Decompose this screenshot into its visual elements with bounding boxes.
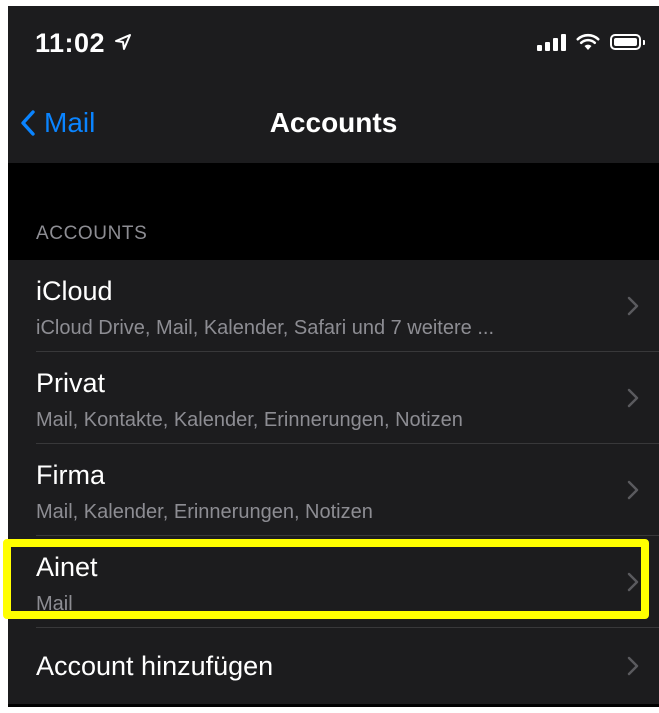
- cellular-signal-icon: [537, 33, 566, 51]
- add-account-label: Account hinzufügen: [36, 651, 274, 681]
- account-subtitle: Mail, Kontakte, Kalender, Erinnerungen, …: [36, 409, 463, 431]
- battery-icon: [610, 34, 645, 50]
- account-title: Ainet: [36, 552, 98, 582]
- account-row-privat[interactable]: Privat Mail, Kontakte, Kalender, Erinner…: [8, 352, 659, 444]
- section-header: ACCOUNTS: [36, 223, 148, 244]
- account-subtitle: Mail: [36, 593, 73, 615]
- navigation-bar: 11:02 Mail Accounts: [8, 6, 659, 163]
- account-row-ainet[interactable]: Ainet Mail: [8, 536, 659, 628]
- chevron-right-icon: [627, 572, 639, 592]
- settings-screen: 11:02 Mail Accounts ACCOUNTS iCloud iClo…: [8, 6, 659, 707]
- account-title: Firma: [36, 460, 105, 490]
- chevron-right-icon: [627, 296, 639, 316]
- status-icons: [537, 33, 645, 51]
- account-title: Privat: [36, 368, 106, 398]
- chevron-right-icon: [627, 388, 639, 408]
- account-row-firma[interactable]: Firma Mail, Kalender, Erinnerungen, Noti…: [8, 444, 659, 536]
- accounts-list: iCloud iCloud Drive, Mail, Kalender, Saf…: [8, 260, 659, 704]
- chevron-right-icon: [627, 656, 639, 676]
- status-time: 11:02: [35, 28, 106, 58]
- add-account-button[interactable]: Account hinzufügen: [8, 628, 659, 704]
- account-title: iCloud: [36, 276, 113, 306]
- account-subtitle: iCloud Drive, Mail, Kalender, Safari und…: [36, 317, 494, 339]
- chevron-right-icon: [627, 480, 639, 500]
- account-row-icloud[interactable]: iCloud iCloud Drive, Mail, Kalender, Saf…: [8, 260, 659, 352]
- page-title: Accounts: [269, 107, 398, 138]
- wifi-icon: [576, 33, 600, 50]
- location-arrow-icon: [115, 34, 131, 50]
- account-subtitle: Mail, Kalender, Erinnerungen, Notizen: [36, 501, 373, 523]
